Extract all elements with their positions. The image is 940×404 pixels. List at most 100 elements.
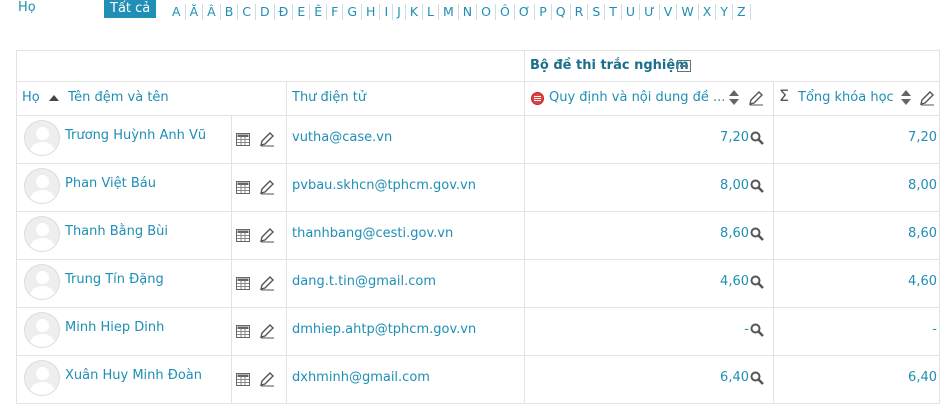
- avatar[interactable]: [24, 360, 60, 396]
- filter-letter[interactable]: C: [238, 4, 256, 20]
- filter-letter[interactable]: N: [459, 4, 478, 20]
- filter-letter[interactable]: S: [588, 4, 606, 20]
- student-name[interactable]: Thanh Bằng Bùi: [65, 224, 168, 239]
- avatar[interactable]: [24, 168, 60, 204]
- column-header-lastname[interactable]: Họ: [22, 90, 40, 105]
- filter-letter[interactable]: O: [477, 4, 496, 20]
- filter-letter[interactable]: Đ: [275, 4, 294, 20]
- grade-analysis-icon[interactable]: [750, 227, 764, 241]
- student-row: Trung Tín Đặng dang.t.tin@gmail.com 4,60…: [16, 259, 940, 308]
- grade-report-icon[interactable]: [236, 277, 250, 290]
- filter-letter[interactable]: Y: [716, 4, 733, 20]
- initials-filter-bar: Họ Tất cả AĂÂBCDĐEÊFGHIJKLMNOÔƠPQRSTUƯVW…: [0, 0, 940, 26]
- filter-letter[interactable]: Ư: [640, 4, 660, 20]
- quiz-grade-value: 6,40: [720, 370, 749, 385]
- edit-pencil-icon[interactable]: [259, 131, 275, 147]
- sort-icon[interactable]: [900, 90, 912, 106]
- grader-table: Bộ đề thi trắc nghiệm Họ Tên đệm và tên …: [16, 50, 940, 404]
- quiz-grade-cell[interactable]: 6,40: [720, 370, 764, 385]
- quiz-grade-cell[interactable]: 8,60: [720, 226, 764, 241]
- course-total-value: 4,60: [908, 274, 937, 289]
- filter-letter[interactable]: V: [660, 4, 678, 20]
- filter-letter[interactable]: M: [439, 4, 459, 20]
- filter-letter[interactable]: L: [423, 4, 439, 20]
- filter-letter[interactable]: Ơ: [515, 4, 536, 20]
- edit-pencil-icon[interactable]: [259, 371, 275, 387]
- grade-report-icon[interactable]: [236, 325, 250, 338]
- quiz-grade-cell[interactable]: 8,00: [720, 178, 764, 193]
- filter-letter[interactable]: X: [699, 4, 717, 20]
- filter-letters: AĂÂBCDĐEÊFGHIJKLMNOÔƠPQRSTUƯVWXYZ: [168, 4, 751, 20]
- filter-letter[interactable]: U: [622, 4, 641, 20]
- filter-letter[interactable]: B: [221, 4, 239, 20]
- filter-letter[interactable]: T: [605, 4, 622, 20]
- student-row: Thanh Bằng Bùi thanhbang@cesti.gov.vn 8,…: [16, 211, 940, 260]
- student-email: thanhbang@cesti.gov.vn: [292, 226, 454, 241]
- filter-letter[interactable]: Z: [733, 4, 751, 20]
- avatar[interactable]: [24, 120, 60, 156]
- grade-analysis-icon[interactable]: [750, 131, 764, 145]
- filter-all-button[interactable]: Tất cả: [104, 0, 157, 18]
- filter-letter[interactable]: A: [168, 4, 186, 20]
- avatar[interactable]: [24, 312, 60, 348]
- course-total-value: -: [932, 322, 937, 337]
- column-header-email[interactable]: Thư điện tử: [292, 90, 366, 105]
- filter-letter[interactable]: Q: [552, 4, 571, 20]
- avatar[interactable]: [24, 264, 60, 300]
- filter-letter[interactable]: J: [393, 4, 406, 20]
- student-email: pvbau.skhcn@tphcm.gov.vn: [292, 178, 476, 193]
- column-header-course-total[interactable]: Tổng khóa học: [798, 90, 894, 105]
- edit-pencil-icon[interactable]: [259, 275, 275, 291]
- filter-letter[interactable]: Ă: [186, 4, 204, 20]
- filter-letter[interactable]: Â: [203, 4, 221, 20]
- category-title[interactable]: Bộ đề thi trắc nghiệm: [530, 58, 689, 73]
- sort-asc-icon[interactable]: [49, 95, 59, 101]
- student-email: vutha@case.vn: [292, 130, 393, 145]
- filter-letter[interactable]: F: [327, 4, 344, 20]
- student-row: Phan Việt Báu pvbau.skhcn@tphcm.gov.vn 8…: [16, 163, 940, 212]
- quiz-grade-value: 7,20: [720, 130, 749, 145]
- quiz-grade-cell[interactable]: 4,60: [720, 274, 764, 289]
- filter-letter[interactable]: W: [677, 4, 699, 20]
- course-total-value: 7,20: [908, 130, 937, 145]
- collapse-icon[interactable]: [677, 60, 691, 72]
- filter-letter[interactable]: Ô: [496, 4, 515, 20]
- grade-analysis-icon[interactable]: [750, 323, 764, 337]
- filter-letter[interactable]: R: [571, 4, 589, 20]
- sort-icon[interactable]: [728, 90, 740, 106]
- grade-analysis-icon[interactable]: [750, 179, 764, 193]
- filter-letter[interactable]: Ê: [310, 4, 328, 20]
- edit-pencil-icon[interactable]: [748, 90, 764, 106]
- grade-report-icon[interactable]: [236, 229, 250, 242]
- course-total-value: 6,40: [908, 370, 937, 385]
- column-header-firstname[interactable]: Tên đệm và tên: [68, 90, 169, 105]
- filter-letter[interactable]: E: [293, 4, 311, 20]
- filter-letter[interactable]: G: [343, 4, 363, 20]
- grade-analysis-icon[interactable]: [750, 275, 764, 289]
- filter-letter[interactable]: K: [406, 4, 424, 20]
- grade-report-icon[interactable]: [236, 133, 250, 146]
- filter-label: Họ: [18, 0, 36, 15]
- student-name[interactable]: Trung Tín Đặng: [65, 272, 164, 287]
- filter-letter[interactable]: D: [256, 4, 275, 20]
- grade-report-icon[interactable]: [236, 373, 250, 386]
- edit-pencil-icon[interactable]: [259, 227, 275, 243]
- grade-analysis-icon[interactable]: [750, 371, 764, 385]
- edit-pencil-icon[interactable]: [259, 179, 275, 195]
- filter-letter[interactable]: H: [362, 4, 381, 20]
- student-name[interactable]: Trương Huỳnh Anh Vũ: [65, 128, 206, 143]
- quiz-grade-value: -: [744, 322, 749, 337]
- student-name[interactable]: Xuân Huy Minh Đoàn: [65, 368, 202, 383]
- filter-letter[interactable]: P: [535, 4, 552, 20]
- edit-pencil-icon[interactable]: [919, 90, 935, 106]
- quiz-grade-value: 8,60: [720, 226, 749, 241]
- quiz-grade-cell[interactable]: -: [744, 322, 764, 337]
- column-header-quiz[interactable]: Quy định và nội dung đề ...: [549, 90, 725, 105]
- filter-letter[interactable]: I: [380, 4, 394, 20]
- student-name[interactable]: Minh Hiep Dinh: [65, 320, 164, 335]
- edit-pencil-icon[interactable]: [259, 323, 275, 339]
- avatar[interactable]: [24, 216, 60, 252]
- student-name[interactable]: Phan Việt Báu: [65, 176, 156, 191]
- quiz-grade-cell[interactable]: 7,20: [720, 130, 764, 145]
- grade-report-icon[interactable]: [236, 181, 250, 194]
